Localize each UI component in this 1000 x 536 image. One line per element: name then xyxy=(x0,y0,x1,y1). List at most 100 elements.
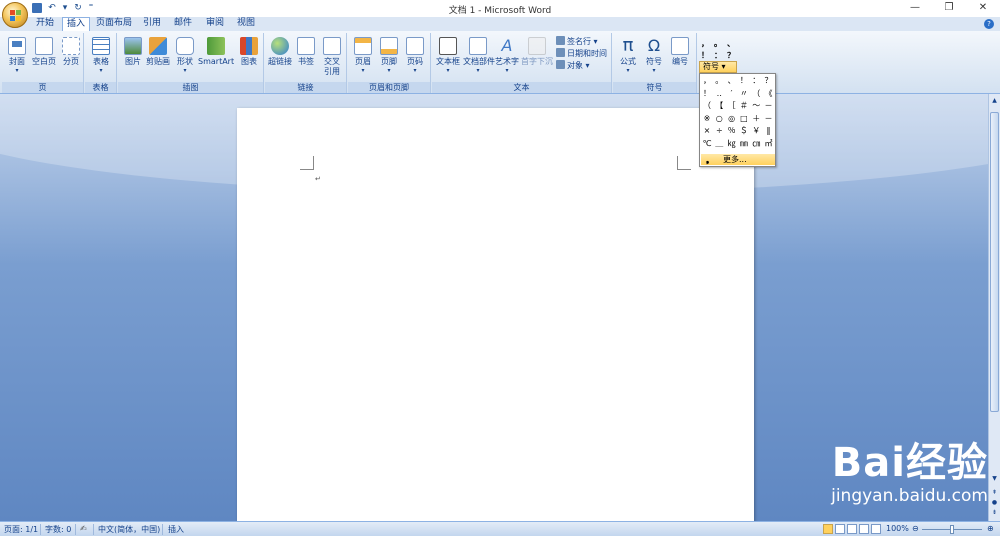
office-button[interactable] xyxy=(2,2,28,28)
mini-symbol[interactable]: ： xyxy=(713,50,723,61)
quick-parts-button[interactable]: 文档部件 ▾ xyxy=(463,35,495,79)
mini-symbol[interactable]: 、 xyxy=(726,38,736,49)
more-symbols-button[interactable]: ❟ 更多... xyxy=(701,154,775,165)
footer-button[interactable]: 页脚 ▾ xyxy=(376,35,402,79)
symbol-cell[interactable]: 〃 xyxy=(738,88,750,100)
zoom-slider-thumb[interactable] xyxy=(950,525,954,534)
hyperlink-button[interactable]: 超链接 xyxy=(267,35,293,79)
symbol-cell[interactable]: （ xyxy=(750,88,762,100)
tab-insert[interactable]: 插入 xyxy=(62,17,90,31)
symbol-cell[interactable]: ‥ xyxy=(713,88,725,100)
symbol-cell[interactable]: ′ xyxy=(726,88,738,100)
browse-object-icon[interactable]: ● xyxy=(990,498,999,507)
symbol-cell[interactable]: ， xyxy=(701,75,713,87)
table-button[interactable]: 表格 ▾ xyxy=(88,35,114,79)
language-indicator[interactable]: 中文(简体，中国) xyxy=(98,524,160,535)
symbol-cell[interactable]: ℃ xyxy=(701,138,713,150)
symbol-cell[interactable]: 。 xyxy=(713,75,725,87)
word-count[interactable]: 字数: 0 xyxy=(45,524,71,535)
number-button[interactable]: 编号 xyxy=(667,35,693,79)
symbol-cell[interactable]: ○ xyxy=(713,113,725,125)
cover-page-button[interactable]: 封面 ▾ xyxy=(4,35,30,79)
tab-home[interactable]: 开始 xyxy=(30,17,60,31)
chart-button[interactable]: 图表 xyxy=(236,35,262,79)
zoom-in-icon[interactable]: ⊕ xyxy=(987,524,994,533)
symbol-cell[interactable]: ？ xyxy=(763,75,775,87)
page-count[interactable]: 页面: 1/1 xyxy=(4,524,38,535)
bookmark-button[interactable]: 书签 xyxy=(293,35,319,79)
equation-button[interactable]: π 公式 ▾ xyxy=(615,35,641,79)
drop-cap-button[interactable]: 首字下沉 xyxy=(521,35,553,79)
mini-symbol[interactable]: ！ xyxy=(700,50,710,61)
page-break-button[interactable]: 分页 xyxy=(58,35,84,79)
document-page[interactable]: ↵ xyxy=(237,108,754,521)
wordart-button[interactable]: A 艺术字 ▾ xyxy=(494,35,520,79)
mini-symbol[interactable]: 。 xyxy=(713,38,723,49)
symbol-cell[interactable]: ～ xyxy=(750,100,762,112)
mini-symbol[interactable]: ， xyxy=(700,38,710,49)
zoom-out-icon[interactable]: ⊖ xyxy=(912,524,919,533)
next-page-icon[interactable]: ⇟ xyxy=(990,508,999,517)
symbol-cell[interactable]: ＿ xyxy=(713,138,725,150)
minimize-button[interactable]: — xyxy=(898,0,932,17)
vertical-scrollbar[interactable]: ▲ ▼ ⇞ ● ⇟ xyxy=(988,94,1000,521)
symbol-cell[interactable]: ※ xyxy=(701,113,713,125)
shapes-button[interactable]: 形状 ▾ xyxy=(172,35,198,79)
symbol-cell[interactable]: ㎡ xyxy=(763,138,775,150)
header-button[interactable]: 页眉 ▾ xyxy=(350,35,376,79)
proofing-icon[interactable]: ✍ xyxy=(80,524,87,533)
symbol-cell[interactable]: □ xyxy=(738,113,750,125)
symbol-cell[interactable]: 《 xyxy=(763,88,775,100)
symbol-cell[interactable]: × xyxy=(701,125,713,137)
symbol-cell[interactable]: ￥ xyxy=(750,125,762,137)
help-icon[interactable]: ? xyxy=(984,19,994,29)
scroll-up-icon[interactable]: ▲ xyxy=(990,96,999,105)
mini-symbol[interactable]: ？ xyxy=(726,50,736,61)
symbol-cell[interactable]: ［ xyxy=(726,100,738,112)
symbol-cell[interactable]: ÷ xyxy=(713,125,725,137)
web-layout-icon[interactable] xyxy=(847,524,857,534)
symbol-cell[interactable]: ㎏ xyxy=(726,138,738,150)
blank-page-button[interactable]: 空白页 xyxy=(29,35,59,79)
page-number-button[interactable]: 页码 ▾ xyxy=(402,35,428,79)
cross-reference-button[interactable]: 交叉 引用 xyxy=(319,35,345,79)
symbol-cell[interactable]: ㎝ xyxy=(750,138,762,150)
clipart-button[interactable]: 剪贴画 xyxy=(146,35,170,79)
scroll-thumb[interactable] xyxy=(990,112,999,412)
symbol-cell[interactable]: ！ xyxy=(701,88,713,100)
symbol-cell[interactable]: ㎜ xyxy=(738,138,750,150)
symbol-cell[interactable]: ＋ xyxy=(750,113,762,125)
date-time-button[interactable]: 日期和时间 xyxy=(556,48,607,59)
symbol-cell[interactable]: － xyxy=(763,113,775,125)
tab-mailings[interactable]: 邮件 xyxy=(169,17,197,31)
text-box-button[interactable]: 文本框 ▾ xyxy=(434,35,462,79)
tab-references[interactable]: 引用 xyxy=(139,17,165,31)
close-button[interactable]: ✕ xyxy=(966,0,1000,17)
restore-button[interactable]: ❐ xyxy=(932,0,966,17)
symbol-cell[interactable]: ： xyxy=(750,75,762,87)
insert-mode[interactable]: 插入 xyxy=(168,524,184,535)
tab-view[interactable]: 视图 xyxy=(232,17,260,31)
symbol-cell[interactable]: 、 xyxy=(726,75,738,87)
symbol-button-large[interactable]: Ω 符号 ▾ xyxy=(641,35,667,79)
symbol-cell[interactable]: ！ xyxy=(738,75,750,87)
full-screen-reading-icon[interactable] xyxy=(835,524,845,534)
scroll-down-icon[interactable]: ▼ xyxy=(990,474,999,483)
zoom-level[interactable]: 100% xyxy=(886,524,909,533)
symbol-cell[interactable]: ◎ xyxy=(726,113,738,125)
object-button[interactable]: 对象 ▾ xyxy=(556,60,590,71)
symbol-cell[interactable]: － xyxy=(763,100,775,112)
tab-page-layout[interactable]: 页面布局 xyxy=(93,17,135,31)
smartart-button[interactable]: SmartArt xyxy=(198,35,234,79)
picture-button[interactable]: 图片 xyxy=(120,35,146,79)
symbol-cell[interactable]: ‖ xyxy=(763,125,775,137)
draft-view-icon[interactable] xyxy=(871,524,881,534)
symbol-cell[interactable]: ＄ xyxy=(738,125,750,137)
symbol-cell[interactable]: （ xyxy=(701,100,713,112)
symbol-cell[interactable]: ％ xyxy=(726,125,738,137)
symbol-cell[interactable]: 【 xyxy=(713,100,725,112)
signature-line-button[interactable]: 签名行 ▾ xyxy=(556,36,598,47)
print-layout-icon[interactable] xyxy=(823,524,833,534)
outline-view-icon[interactable] xyxy=(859,524,869,534)
previous-page-icon[interactable]: ⇞ xyxy=(990,488,999,497)
